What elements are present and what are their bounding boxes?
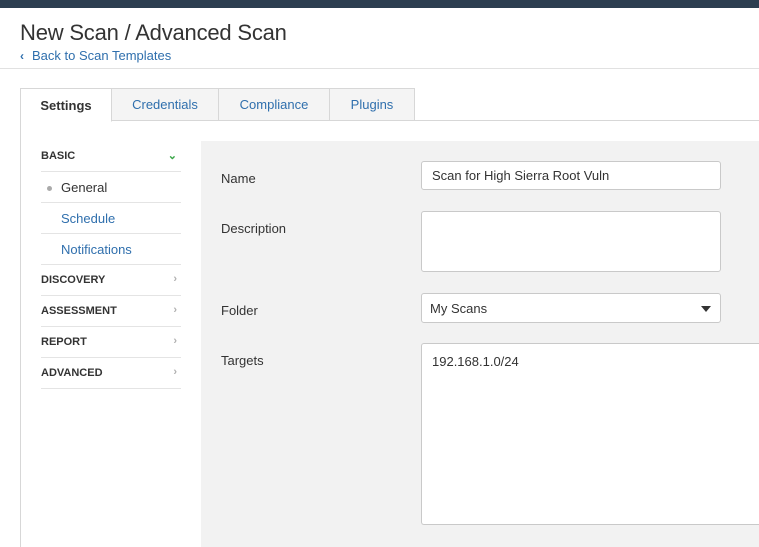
panel-left-border bbox=[20, 121, 21, 547]
sidebar-item-schedule[interactable]: Schedule bbox=[41, 203, 181, 234]
sidebar-item-notifications[interactable]: Notifications bbox=[41, 234, 181, 265]
chevron-right-icon: › bbox=[173, 335, 177, 347]
header-divider bbox=[0, 68, 759, 69]
sidebar-section-basic[interactable]: BASIC ⌄ bbox=[41, 141, 181, 172]
chevron-right-icon: › bbox=[173, 304, 177, 316]
tab-plugins[interactable]: Plugins bbox=[330, 88, 415, 121]
sidebar-section-discovery[interactable]: DISCOVERY › bbox=[41, 265, 181, 296]
sidebar-item-label: DISCOVERY bbox=[41, 274, 106, 286]
folder-select[interactable]: My Scans bbox=[421, 293, 721, 323]
folder-selected-value: My Scans bbox=[430, 300, 488, 316]
sidebar-section-report[interactable]: REPORT › bbox=[41, 327, 181, 358]
sidebar-item-label: BASIC bbox=[41, 150, 76, 162]
targets-field[interactable]: 192.168.1.0/24 bbox=[421, 343, 759, 525]
chevron-right-icon: › bbox=[173, 273, 177, 285]
back-link-label: Back to Scan Templates bbox=[32, 48, 172, 63]
current-dot-icon bbox=[47, 186, 52, 191]
sidebar-section-assessment[interactable]: ASSESSMENT › bbox=[41, 296, 181, 327]
top-bar bbox=[0, 0, 759, 8]
sidebar-item-label: ASSESSMENT bbox=[41, 305, 117, 317]
description-field[interactable] bbox=[421, 211, 721, 272]
sidebar-item-label: REPORT bbox=[41, 336, 87, 348]
back-to-templates-link[interactable]: ‹ Back to Scan Templates bbox=[20, 48, 171, 63]
sidebar-item-label: ADVANCED bbox=[41, 367, 103, 379]
tab-credentials[interactable]: Credentials bbox=[112, 88, 219, 121]
sidebar-item-general[interactable]: General bbox=[41, 172, 181, 203]
targets-label: Targets bbox=[221, 353, 264, 368]
tab-bar: Settings Credentials Compliance Plugins bbox=[20, 88, 415, 122]
tab-settings[interactable]: Settings bbox=[20, 88, 112, 122]
sidebar-item-label: Notifications bbox=[61, 241, 132, 257]
name-label: Name bbox=[221, 171, 256, 186]
name-field[interactable] bbox=[421, 161, 721, 190]
page-title: New Scan / Advanced Scan bbox=[20, 20, 287, 45]
folder-label: Folder bbox=[221, 303, 258, 318]
tab-compliance[interactable]: Compliance bbox=[219, 88, 330, 121]
chevron-down-icon: ⌄ bbox=[167, 150, 177, 162]
chevron-right-icon: › bbox=[173, 366, 177, 378]
sidebar-item-label: General bbox=[61, 179, 108, 195]
settings-sidebar: BASIC ⌄ General Schedule Notifications D… bbox=[41, 141, 181, 389]
description-label: Description bbox=[221, 221, 287, 236]
chevron-left-icon: ‹ bbox=[20, 48, 24, 63]
sidebar-section-advanced[interactable]: ADVANCED › bbox=[41, 358, 181, 389]
tab-underline bbox=[112, 120, 759, 121]
caret-down-icon bbox=[701, 306, 711, 312]
sidebar-item-label: Schedule bbox=[61, 210, 116, 226]
